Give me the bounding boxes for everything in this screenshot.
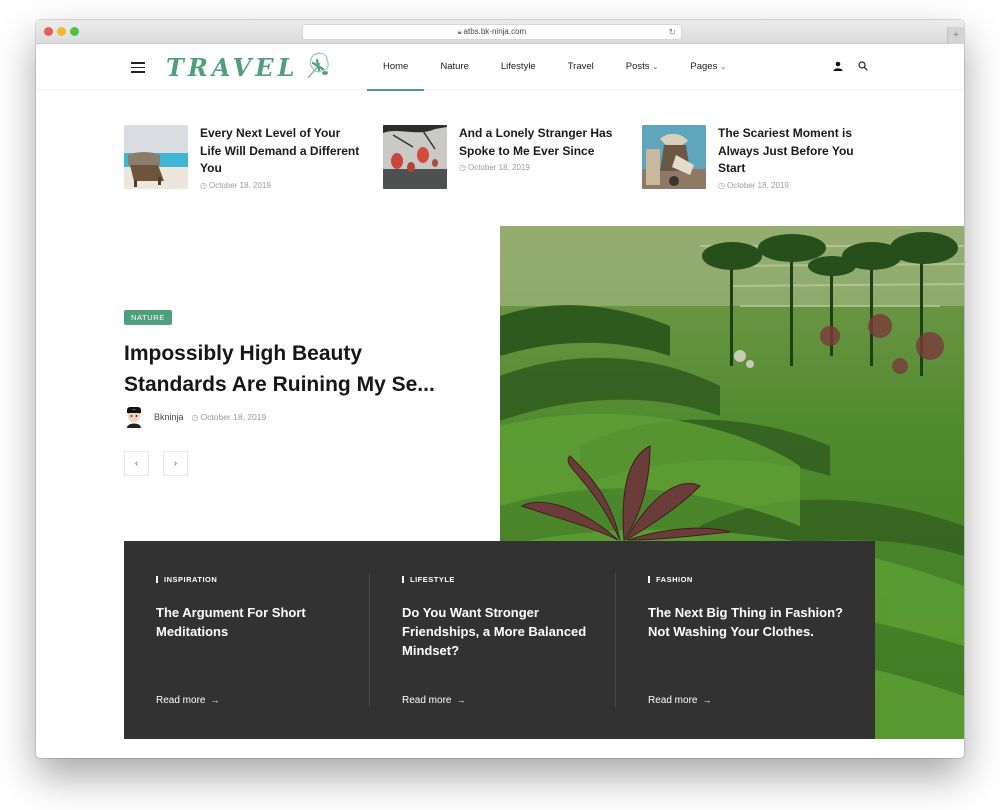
nav-home[interactable]: Home (367, 44, 425, 91)
category-marker (402, 576, 404, 583)
avatar[interactable] (124, 406, 144, 428)
post-category[interactable]: LIFESTYLE (402, 575, 455, 584)
nav-label: Nature (440, 61, 469, 72)
dark-post-card: LIFESTYLE Do You Want Stronger Friendshi… (370, 541, 616, 739)
airplane-tree-icon (307, 52, 330, 79)
read-more-link[interactable]: Read more → (402, 695, 465, 706)
user-icon[interactable] (833, 61, 843, 71)
nav-pages[interactable]: Pages ⌄ (674, 44, 742, 90)
post-title[interactable]: The Next Big Thing in Fashion? Not Washi… (648, 603, 844, 641)
date-text: October 18, 2019 (208, 180, 271, 190)
nav-lifestyle[interactable]: Lifestyle (485, 44, 552, 90)
date-text: October 18, 2019 (726, 180, 789, 190)
lock-icon: 🔒︎ (457, 29, 462, 36)
dark-post-card: FASHION The Next Big Thing in Fashion? N… (616, 541, 862, 739)
clock-icon: ◷ (191, 413, 199, 422)
clock-icon: ◷ (459, 163, 466, 172)
logo-text: TRAVEL (166, 52, 299, 82)
post-thumbnail[interactable] (383, 125, 447, 189)
category-marker (648, 576, 650, 583)
post-date: ◷ October 18, 2019 (192, 412, 267, 422)
nav-posts[interactable]: Posts ⌄ (610, 44, 675, 90)
nav-label: Pages (690, 61, 718, 72)
post-title[interactable]: And a Lonely Stranger Has Spoke to Me Ev… (459, 125, 623, 160)
browser-titlebar: 🔒︎ atbs.bk-ninja.com ↻ + (36, 20, 964, 44)
maximize-window-button[interactable] (70, 27, 79, 36)
category-text: FASHION (656, 575, 693, 584)
dark-post-card: INSPIRATION The Argument For Short Medit… (124, 541, 370, 739)
post-title[interactable]: Do You Want Stronger Friendships, a More… (402, 603, 598, 660)
chevron-down-icon: ⌄ (652, 64, 659, 71)
site-logo[interactable]: TRAVEL (166, 50, 332, 84)
read-more-text: Read more (402, 695, 452, 706)
post-title[interactable]: The Argument For Short Meditations (156, 603, 352, 641)
read-more-link[interactable]: Read more → (156, 695, 219, 706)
read-more-text: Read more (648, 695, 698, 706)
nav-label: Lifestyle (500, 61, 536, 72)
mini-post: Every Next Level of Your Life Will Deman… (124, 125, 364, 190)
post-category[interactable]: FASHION (648, 575, 693, 584)
read-more-link[interactable]: Read more → (648, 695, 711, 706)
nav-nature[interactable]: Nature (424, 44, 485, 90)
nav-label: Home (383, 61, 409, 72)
url-text: atbs.bk-ninja.com (463, 27, 527, 36)
menu-icon[interactable] (131, 62, 145, 73)
mini-post: The Scariest Moment is Always Just Befor… (642, 125, 882, 190)
arrow-right-icon: → (456, 695, 466, 705)
search-icon[interactable] (858, 61, 868, 71)
category-text: LIFESTYLE (410, 575, 455, 584)
reload-icon[interactable]: ↻ (668, 25, 676, 39)
post-category[interactable]: INSPIRATION (156, 575, 217, 584)
chevron-left-icon: ‹ (135, 458, 138, 468)
read-more-text: Read more (156, 695, 206, 706)
mini-post: And a Lonely Stranger Has Spoke to Me Ev… (383, 125, 623, 189)
arrow-right-icon: → (210, 695, 220, 705)
post-date: ◷ October 18, 2019 (718, 181, 882, 190)
main-nav: Home Nature Lifestyle Travel Posts ⌄ Page… (367, 44, 742, 91)
feature-title[interactable]: Impossibly High Beauty Standards Are Rui… (124, 338, 464, 400)
post-title[interactable]: The Scariest Moment is Always Just Befor… (718, 125, 882, 178)
chevron-down-icon: ⌄ (720, 64, 727, 71)
date-text: October 18, 2019 (467, 163, 530, 172)
post-date: ◷ October 18, 2019 (200, 181, 364, 190)
new-tab-button[interactable]: + (947, 27, 964, 44)
address-bar[interactable]: 🔒︎ atbs.bk-ninja.com ↻ (302, 24, 682, 40)
browser-window: 🔒︎ atbs.bk-ninja.com ↻ + TRAVEL Home Natu… (36, 20, 964, 758)
category-text: INSPIRATION (164, 575, 218, 584)
arrow-right-icon: → (702, 695, 712, 705)
post-date: ◷ October 18, 2019 (459, 163, 623, 172)
date-text: October 18, 2019 (200, 412, 267, 422)
post-title[interactable]: Every Next Level of Your Life Will Deman… (200, 125, 364, 178)
featured-posts-panel: INSPIRATION The Argument For Short Medit… (124, 541, 875, 739)
slider-prev-button[interactable]: ‹ (124, 451, 149, 476)
minimize-window-button[interactable] (57, 27, 66, 36)
clock-icon: ◷ (200, 180, 207, 190)
nav-travel[interactable]: Travel (552, 44, 610, 90)
author-meta: Bkninja ◷ October 18, 2019 (124, 406, 266, 428)
nav-label: Travel (567, 61, 594, 72)
post-thumbnail[interactable] (642, 125, 706, 189)
category-marker (156, 576, 158, 583)
author-name[interactable]: Bkninja (154, 412, 184, 422)
clock-icon: ◷ (718, 180, 725, 190)
category-badge[interactable]: NATURE (124, 310, 172, 325)
post-thumbnail[interactable] (124, 125, 188, 189)
chevron-right-icon: › (174, 458, 177, 468)
close-window-button[interactable] (44, 27, 53, 36)
slider-next-button[interactable]: › (163, 451, 188, 476)
site-header: TRAVEL Home Nature Lifestyle Travel Post… (36, 44, 964, 91)
nav-label: Posts (625, 61, 650, 72)
